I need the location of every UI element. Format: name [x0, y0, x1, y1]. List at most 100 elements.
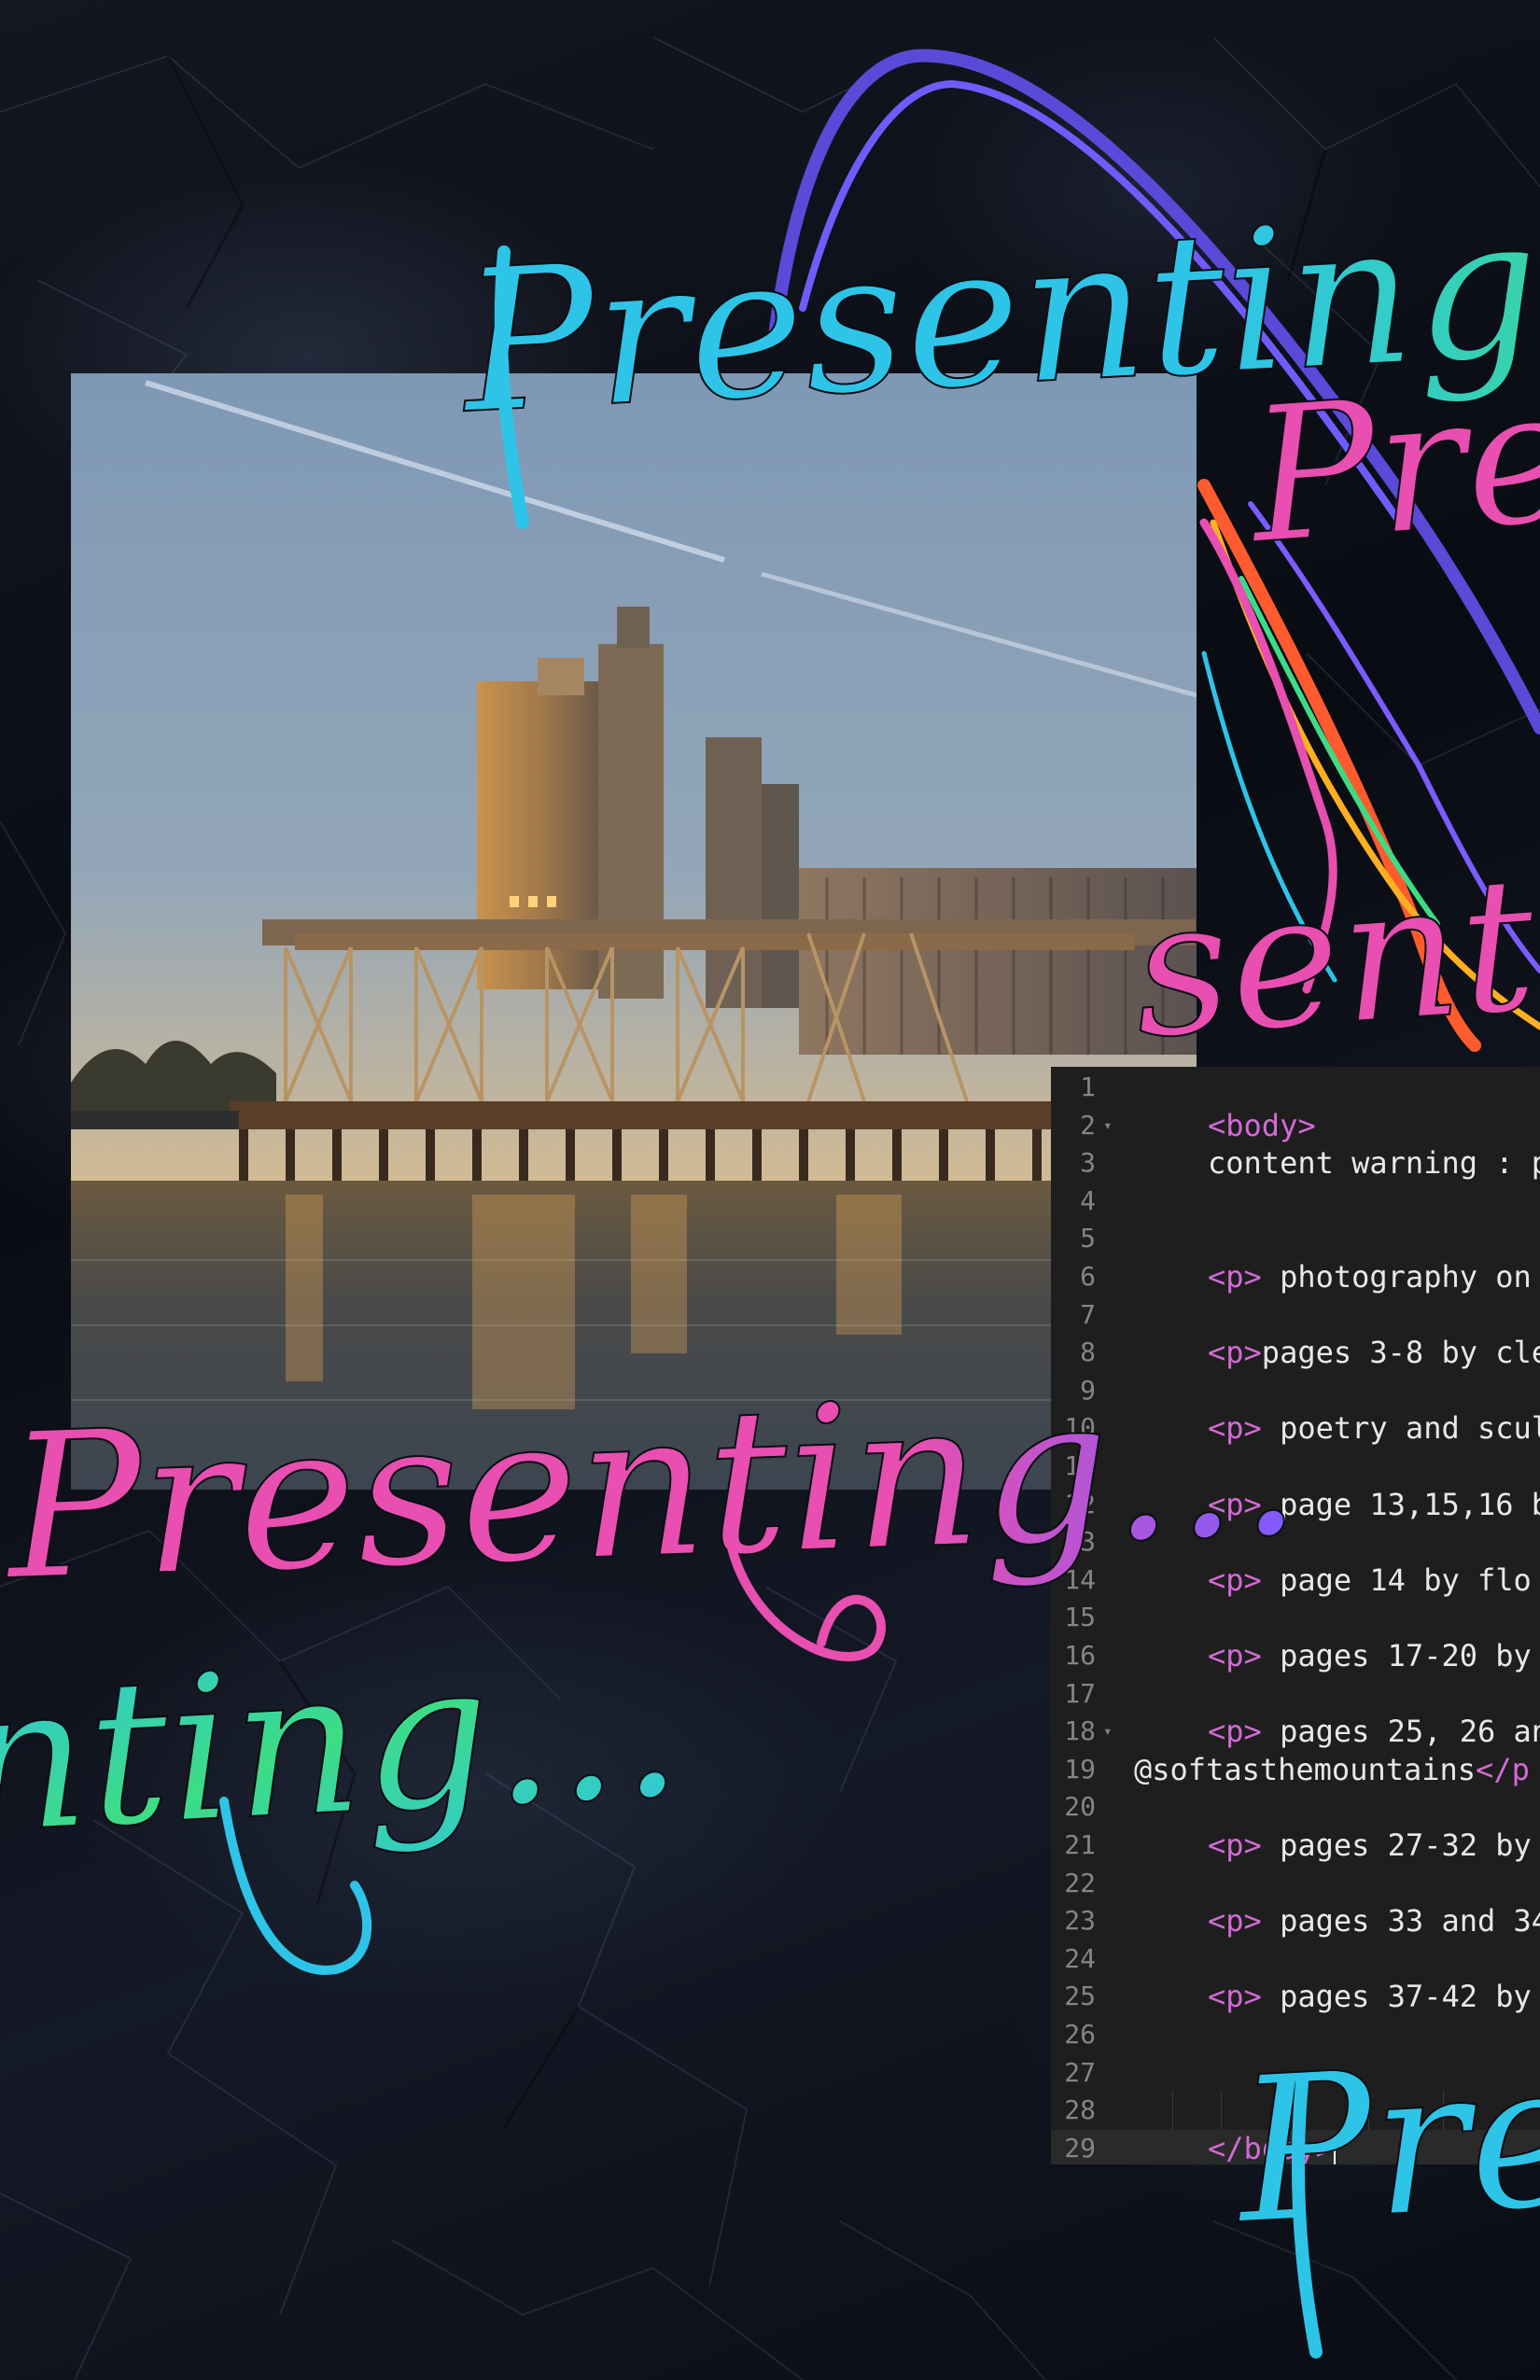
- line-number: 22: [1064, 1867, 1096, 1898]
- line-number: 19: [1064, 1753, 1096, 1785]
- code-line[interactable]: 14 <p> page 14 by flo: [1051, 1561, 1540, 1600]
- code-editor-panel[interactable]: 1 2 ▾ <body> 3 content warning : p 4 5 6 <p> phot…: [1051, 1067, 1540, 2164]
- code-line[interactable]: 12 <p> page 13,15,16 b: [1051, 1486, 1540, 1524]
- line-number: 12: [1064, 1488, 1096, 1519]
- code-text: <p> pages 37-42 by: [1208, 1978, 1532, 2016]
- text-token: content warning : p: [1208, 1145, 1540, 1182]
- html-tag-token: <p>: [1208, 1561, 1262, 1598]
- html-tag-token: </p: [1476, 1751, 1530, 1787]
- line-number: 16: [1064, 1640, 1096, 1671]
- code-text: <p> pages 27-32 by: [1208, 1827, 1532, 1865]
- text-token: page 14 by flo: [1261, 1561, 1532, 1598]
- text-token: photography on: [1261, 1259, 1532, 1295]
- fold-arrow-icon[interactable]: ▾: [1103, 1107, 1113, 1145]
- line-number: 17: [1064, 1677, 1096, 1709]
- code-line[interactable]: 5: [1051, 1220, 1540, 1258]
- code-line[interactable]: 16 <p> pages 17-20 by: [1051, 1637, 1540, 1675]
- poster-page: 1 2 ▾ <body> 3 content warning : p 4 5 6 <p> phot…: [0, 0, 1540, 2380]
- code-line[interactable]: 20: [1051, 1788, 1540, 1827]
- code-line[interactable]: 1: [1051, 1069, 1540, 1107]
- line-number: 14: [1064, 1563, 1096, 1595]
- text-token: pages 37-42 by: [1261, 1979, 1532, 2015]
- code-text: </body>: [1208, 2130, 1336, 2164]
- code-line[interactable]: 17: [1051, 1675, 1540, 1714]
- line-number: 11: [1064, 1450, 1096, 1481]
- line-number: 28: [1064, 2094, 1096, 2126]
- code-text: <p> pages 33 and 34: [1208, 1902, 1540, 1940]
- code-text: <p> pages 25, 26 an: [1208, 1713, 1540, 1751]
- code-line[interactable]: 10 <p> poetry and scul: [1051, 1409, 1540, 1448]
- line-number: 23: [1064, 1905, 1096, 1937]
- code-line[interactable]: 7: [1051, 1296, 1540, 1335]
- html-tag-token: <p>: [1208, 1410, 1262, 1447]
- line-number: 1: [1080, 1071, 1096, 1102]
- html-tag-token: </body>: [1208, 2130, 1334, 2164]
- line-number: 7: [1080, 1298, 1096, 1330]
- line-number: 4: [1080, 1184, 1096, 1216]
- html-tag-token: <p>: [1208, 1259, 1262, 1295]
- code-text: <p>pages 3-8 by cle: [1208, 1334, 1540, 1372]
- code-line[interactable]: 11: [1051, 1448, 1540, 1486]
- code-line[interactable]: 22: [1051, 1865, 1540, 1903]
- code-line[interactable]: 21 <p> pages 27-32 by: [1051, 1827, 1540, 1865]
- html-tag-token: <p>: [1208, 1638, 1262, 1673]
- html-tag-token: <p>: [1208, 1486, 1262, 1522]
- code-text: <p> poetry and scul: [1208, 1409, 1540, 1448]
- line-number: 27: [1064, 2056, 1096, 2088]
- line-number: 13: [1064, 1526, 1096, 1558]
- text-token: pages 33 and 34: [1261, 1903, 1540, 1939]
- line-number: 6: [1080, 1261, 1096, 1292]
- code-line[interactable]: 23 <p> pages 33 and 34: [1051, 1902, 1540, 1940]
- code-line[interactable]: 15: [1051, 1599, 1540, 1637]
- code-text: @softasthemountains</p: [1134, 1751, 1530, 1789]
- text-token: page 13,15,16 b: [1261, 1486, 1540, 1522]
- line-number: 5: [1080, 1223, 1096, 1254]
- line-number: 25: [1064, 1981, 1096, 2012]
- line-number: 8: [1080, 1337, 1096, 1368]
- code-line[interactable]: 19 @softasthemountains</p: [1051, 1751, 1540, 1789]
- line-number: 26: [1064, 2019, 1096, 2050]
- code-line[interactable]: 24: [1051, 1940, 1540, 1979]
- html-tag-token: <body>: [1208, 1107, 1316, 1143]
- grain-elevator-photo: [71, 373, 1197, 1490]
- code-line[interactable]: 3 content warning : p: [1051, 1144, 1540, 1183]
- fold-arrow-icon[interactable]: ▾: [1103, 1713, 1113, 1751]
- text-cursor: [1333, 2135, 1336, 2164]
- code-text: content warning : p: [1208, 1144, 1540, 1183]
- code-text: <p> photography on: [1208, 1258, 1532, 1296]
- code-line[interactable]: 13: [1051, 1523, 1540, 1561]
- code-line[interactable]: 8 <p>pages 3-8 by cle: [1051, 1334, 1540, 1372]
- line-number: 10: [1064, 1412, 1096, 1444]
- code-line[interactable]: 26: [1051, 2016, 1540, 2054]
- line-number: 18: [1064, 1715, 1096, 1747]
- code-line[interactable]: 28: [1051, 2092, 1540, 2130]
- line-number: 15: [1064, 1602, 1096, 1633]
- html-tag-token: <p>: [1208, 1827, 1262, 1863]
- code-line[interactable]: 29 </body>: [1051, 2129, 1540, 2164]
- text-token: pages 27-32 by: [1261, 1827, 1532, 1863]
- code-line[interactable]: 2 ▾ <body>: [1051, 1107, 1540, 1145]
- code-text: <body>: [1208, 1107, 1316, 1145]
- text-token: poetry and scul: [1261, 1410, 1540, 1447]
- code-line[interactable]: 25 <p> pages 37-42 by: [1051, 1978, 1540, 2016]
- line-number: 3: [1080, 1147, 1096, 1179]
- line-number: 21: [1064, 1829, 1096, 1860]
- line-number: 9: [1080, 1374, 1096, 1406]
- html-tag-token: <p>: [1208, 1979, 1262, 2015]
- code-text: <p> pages 17-20 by: [1208, 1637, 1532, 1675]
- html-tag-token: <p>: [1208, 1903, 1262, 1939]
- code-text: <p> page 13,15,16 b: [1208, 1486, 1540, 1524]
- text-token: pages 3-8 by cle: [1261, 1335, 1540, 1371]
- code-line[interactable]: 6 <p> photography on: [1051, 1258, 1540, 1296]
- code-line[interactable]: 27: [1051, 2054, 1540, 2093]
- code-line[interactable]: 18 ▾ <p> pages 25, 26 an: [1051, 1713, 1540, 1751]
- text-token: @softasthemountains: [1134, 1751, 1477, 1787]
- line-number: 2: [1080, 1109, 1096, 1141]
- code-line[interactable]: 9: [1051, 1372, 1540, 1410]
- html-tag-token: <p>: [1208, 1714, 1262, 1750]
- text-token: pages 25, 26 an: [1261, 1714, 1540, 1750]
- line-number: 29: [1064, 2132, 1096, 2163]
- text-token: pages 17-20 by: [1261, 1638, 1532, 1673]
- code-line[interactable]: 4: [1051, 1183, 1540, 1221]
- line-number: 24: [1064, 1942, 1096, 1974]
